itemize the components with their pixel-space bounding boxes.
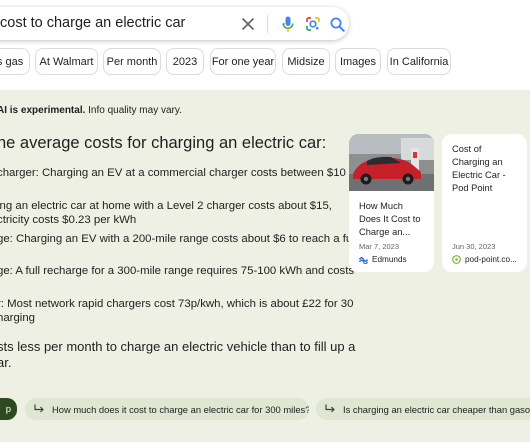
card-date: Mar 7, 2023 [359,242,400,251]
ai-line: ge: Charging an EV with a 200-mile range… [0,233,358,245]
search-input[interactable]: cost to charge an electric car [0,15,185,31]
source-card-pod-point[interactable]: Cost of Charging an Electric Car - Pod P… [442,134,527,272]
follow-up-chip[interactable]: How much does it cost to charge an elect… [25,398,309,420]
chip-per-month[interactable]: Per month [103,48,161,75]
ai-line: r: Most network rapid chargers cost 73p/… [0,298,354,310]
chip-for-one-year[interactable]: For one year [210,48,276,75]
ai-disclaimer: AI is experimental. Info quality may var… [0,105,182,116]
card-date: Jun 30, 2023 [452,242,496,251]
card-title[interactable]: Cost of Charging an Electric Car - Pod P… [452,143,506,195]
microphone-icon[interactable] [278,14,298,34]
search-divider [267,15,268,33]
close-icon[interactable] [238,14,258,34]
chip-in-california[interactable]: In California [387,48,451,75]
follow-up-chip[interactable]: Is charging an electric car cheaper than… [316,398,530,420]
chip-midsize[interactable]: Midsize [282,48,330,75]
ai-summary-line: sts less per month to charge an electric… [0,339,356,354]
card-title[interactable]: How Much Does It Cost to Charge an... [359,200,421,239]
search-icon[interactable] [327,14,347,34]
source-card-edmunds[interactable]: How Much Does It Cost to Charge an... Ma… [349,134,434,272]
ai-line: ge: A full recharge for a 300-mile range… [0,265,355,277]
arrow-return-icon [324,403,336,415]
card-thumbnail [349,134,434,191]
search-bar[interactable]: cost to charge an electric car [0,7,349,40]
edmunds-icon [359,255,368,264]
chip-images[interactable]: Images [335,48,381,75]
ai-summary-line: ar. [0,355,12,370]
chip-at-walmart[interactable]: At Walmart [35,48,98,75]
ai-line: ing an electric car at home with a Level… [0,200,332,212]
pod-point-icon [452,255,461,264]
chip-2023[interactable]: 2023 [166,48,204,75]
ai-line: ctricity costs $0.23 per kWh [0,214,137,226]
arrow-return-icon [33,403,45,415]
chip-gas[interactable]: 's gas [0,48,30,75]
card-source: pod-point.co... [452,255,517,264]
ai-line: harging [0,312,35,324]
card-source: Edmunds [359,255,407,264]
ai-line: charger: Charging an EV at a commercial … [0,167,346,179]
ai-heading: ne average costs for charging an electri… [0,134,327,152]
google-lens-icon[interactable] [303,14,323,34]
ai-overview-panel: AI is experimental. Info quality may var… [0,90,530,442]
